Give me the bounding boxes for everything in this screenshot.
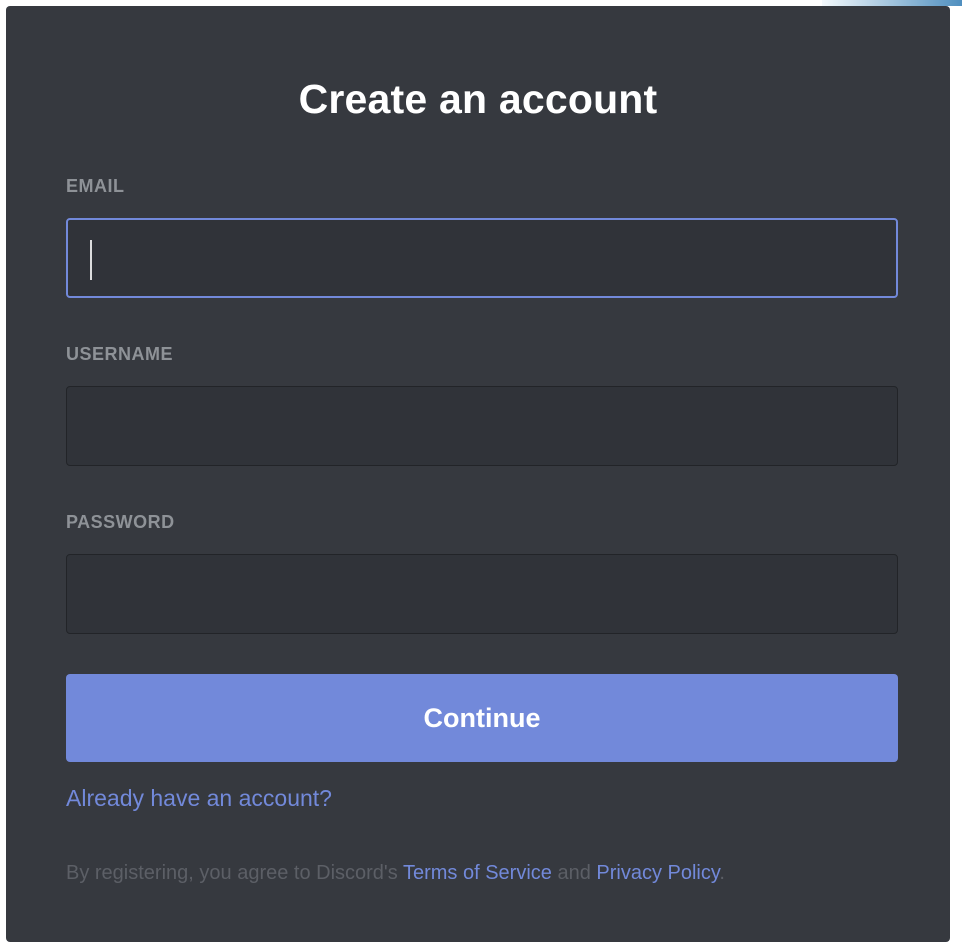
continue-button[interactable]: Continue (66, 674, 898, 762)
username-label: USERNAME (66, 344, 174, 364)
page: Create an account EMAIL USERNAME PASSWOR… (0, 0, 962, 942)
password-label: PASSWORD (66, 512, 175, 532)
username-field[interactable] (66, 386, 898, 466)
terms-suffix: . (719, 862, 725, 884)
email-field[interactable] (66, 218, 898, 298)
terms-notice: By registering, you agree to Discord's T… (66, 862, 725, 885)
terms-of-service-link[interactable]: Terms of Service (403, 862, 552, 884)
password-field[interactable] (66, 554, 898, 634)
terms-and: and (551, 862, 597, 884)
terms-prefix: By registering, you agree to Discord's (66, 862, 403, 884)
register-modal: Create an account EMAIL USERNAME PASSWOR… (6, 6, 950, 942)
text-caret (90, 240, 92, 280)
login-link[interactable]: Already have an account? (66, 785, 332, 812)
modal-title: Create an account (298, 76, 658, 122)
email-label: EMAIL (66, 176, 125, 196)
privacy-policy-link[interactable]: Privacy Policy (596, 862, 719, 884)
